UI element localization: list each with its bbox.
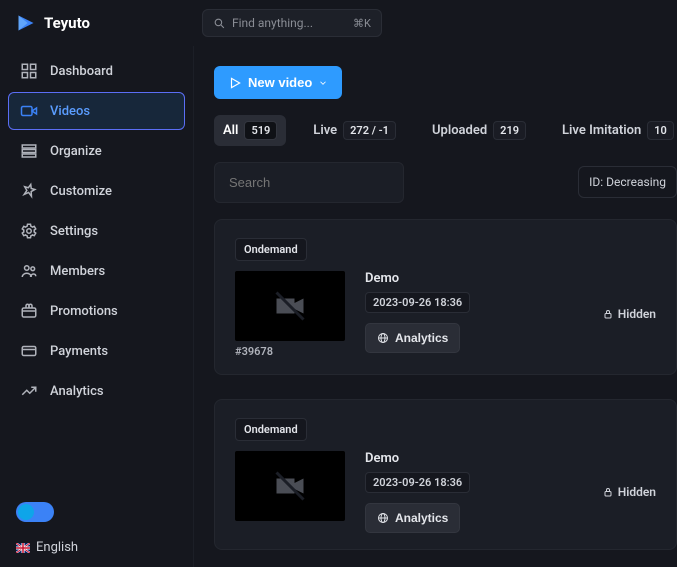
lock-icon — [602, 308, 614, 320]
main-content: New video All 519 Live 272 / -1 Uploaded… — [194, 46, 677, 567]
chevron-down-icon — [318, 78, 328, 88]
search-shortcut: ⌘K — [353, 17, 371, 30]
sidebar-item-label: Settings — [50, 224, 98, 239]
sidebar-item-analytics[interactable]: Analytics — [8, 372, 185, 410]
analytics-icon — [20, 382, 38, 400]
tab-label: Uploaded — [432, 123, 487, 138]
sidebar-item-label: Payments — [50, 344, 108, 359]
tab-live[interactable]: Live 272 / -1 — [304, 115, 405, 146]
brand-name: Teyuto — [44, 14, 90, 32]
brand-logo-icon — [16, 13, 36, 33]
global-search[interactable]: Find anything... ⌘K — [202, 9, 382, 37]
sidebar-item-label: Members — [50, 264, 105, 279]
dashboard-icon — [20, 62, 38, 80]
sort-label: ID: Decreasing — [589, 175, 666, 189]
tab-count: 519 — [244, 121, 277, 140]
analytics-label: Analytics — [395, 511, 448, 525]
analytics-label: Analytics — [395, 331, 448, 345]
video-thumbnail[interactable] — [235, 451, 345, 521]
payments-icon — [20, 342, 38, 360]
video-title: Demo — [365, 451, 582, 466]
sidebar-item-videos[interactable]: Videos — [8, 92, 185, 130]
analytics-button[interactable]: Analytics — [365, 323, 460, 353]
sidebar-item-payments[interactable]: Payments — [8, 332, 185, 370]
video-type-badge: Ondemand — [235, 418, 307, 441]
tab-count: 272 / -1 — [343, 121, 396, 140]
sort-dropdown[interactable]: ID: Decreasing — [578, 166, 677, 198]
sidebar-item-organize[interactable]: Organize — [8, 132, 185, 170]
lock-icon — [602, 486, 614, 498]
language-label: English — [36, 540, 78, 555]
video-card: Ondemand #39678 Demo 2023-09-26 18:36 — [214, 219, 677, 375]
brand: Teyuto — [16, 13, 90, 33]
sidebar-item-label: Dashboard — [50, 64, 113, 79]
sidebar-item-label: Analytics — [50, 384, 104, 399]
sidebar-item-label: Customize — [50, 184, 112, 199]
sidebar-item-customize[interactable]: Customize — [8, 172, 185, 210]
visibility-indicator[interactable]: Hidden — [602, 485, 656, 499]
video-card: Ondemand Demo 2023-09-26 18:36 — [214, 399, 677, 550]
theme-toggle[interactable] — [16, 502, 54, 522]
toggle-knob — [18, 504, 34, 520]
tab-all[interactable]: All 519 — [214, 115, 286, 146]
sidebar-item-label: Promotions — [50, 304, 118, 319]
video-date: 2023-09-26 18:36 — [365, 292, 470, 313]
globe-icon — [377, 332, 389, 344]
new-video-button[interactable]: New video — [214, 66, 342, 99]
tab-label: All — [223, 123, 238, 138]
analytics-button[interactable]: Analytics — [365, 503, 460, 533]
tab-label: Live — [313, 123, 337, 138]
visibility-label: Hidden — [618, 485, 656, 499]
flag-icon — [16, 543, 30, 553]
video-id: #39678 — [235, 345, 345, 358]
video-title: Demo — [365, 271, 582, 286]
search-placeholder: Find anything... — [232, 16, 313, 30]
globe-icon — [377, 512, 389, 524]
play-icon — [228, 76, 242, 90]
sidebar-item-settings[interactable]: Settings — [8, 212, 185, 250]
video-search-input[interactable] — [214, 162, 404, 203]
gear-icon — [20, 222, 38, 240]
tab-live-imitation[interactable]: Live Imitation 10 — [553, 115, 677, 146]
visibility-label: Hidden — [618, 307, 656, 321]
tab-uploaded[interactable]: Uploaded 219 — [423, 115, 535, 146]
no-video-icon — [272, 288, 308, 324]
sidebar-item-members[interactable]: Members — [8, 252, 185, 290]
members-icon — [20, 262, 38, 280]
video-thumbnail[interactable] — [235, 271, 345, 341]
tab-count: 219 — [493, 121, 526, 140]
search-icon — [213, 17, 226, 30]
language-selector[interactable]: English — [16, 540, 177, 555]
video-icon — [20, 102, 38, 120]
filter-tabs: All 519 Live 272 / -1 Uploaded 219 Live … — [214, 115, 677, 146]
sidebar-item-label: Organize — [50, 144, 102, 159]
video-date: 2023-09-26 18:36 — [365, 472, 470, 493]
customize-icon — [20, 182, 38, 200]
tab-label: Live Imitation — [562, 123, 641, 138]
sidebar-item-promotions[interactable]: Promotions — [8, 292, 185, 330]
sidebar: Dashboard Videos Organize Customize Sett… — [0, 46, 194, 567]
visibility-indicator[interactable]: Hidden — [602, 307, 656, 321]
sidebar-item-label: Videos — [50, 104, 90, 119]
sidebar-item-dashboard[interactable]: Dashboard — [8, 52, 185, 90]
promotions-icon — [20, 302, 38, 320]
new-video-label: New video — [248, 75, 312, 90]
video-type-badge: Ondemand — [235, 238, 307, 261]
organize-icon — [20, 142, 38, 160]
no-video-icon — [272, 468, 308, 504]
tab-count: 10 — [647, 121, 674, 140]
